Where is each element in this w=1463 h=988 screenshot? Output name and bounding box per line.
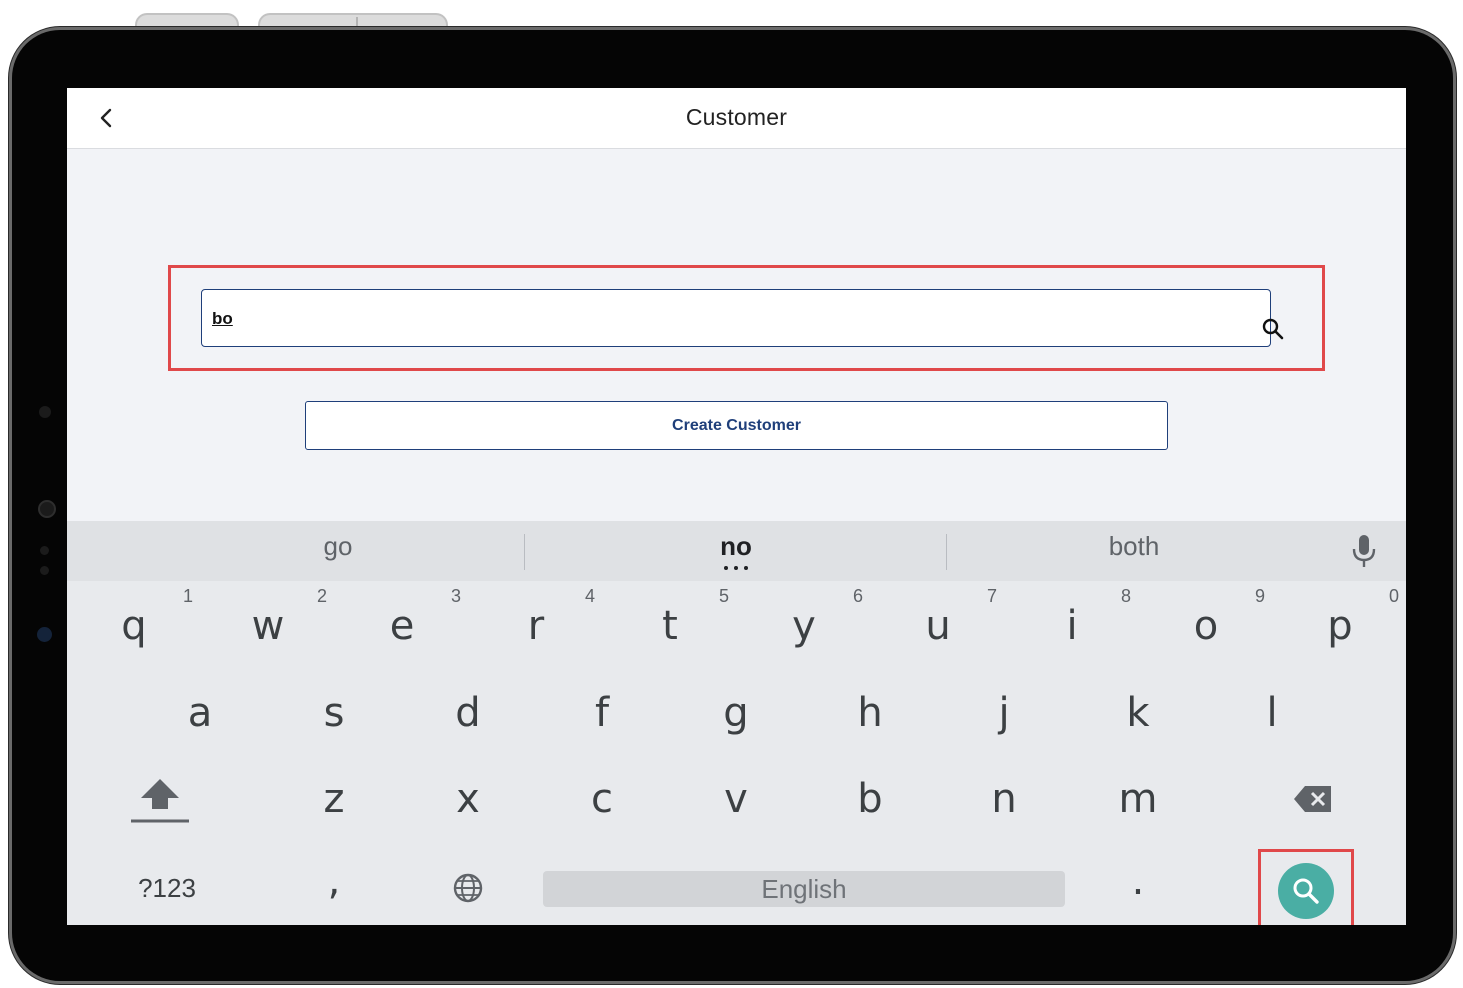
more-suggestions-indicator (724, 566, 748, 572)
key-k[interactable]: k (1073, 673, 1203, 753)
key-a[interactable]: a (135, 673, 265, 753)
suggestion-no[interactable]: no (636, 531, 836, 562)
shift-key[interactable] (95, 759, 225, 839)
sensor-dot (40, 546, 49, 555)
key-x[interactable]: x (403, 759, 533, 839)
symbols-key[interactable]: ?123 (102, 848, 232, 925)
shift-icon (131, 779, 189, 823)
enter-key-highlight (1258, 849, 1354, 925)
suggestion-divider (524, 534, 525, 570)
language-key[interactable] (403, 848, 533, 925)
suggestion-bar: go no both (67, 521, 1406, 581)
suggestion-divider (946, 534, 947, 570)
sensor-dot (39, 406, 51, 418)
suggestion-both[interactable]: both (1034, 531, 1234, 562)
key-s[interactable]: s (269, 673, 399, 753)
backspace-icon (1294, 786, 1331, 812)
period-key[interactable]: . (1073, 841, 1203, 921)
soft-keyboard: go no both q1 w2 e3 r4 t5 y6 u7 i8 o9 p0 (67, 521, 1406, 925)
key-q[interactable]: q1 (69, 586, 199, 666)
key-h[interactable]: h (805, 673, 935, 753)
top-app-bar: Customer (67, 88, 1406, 149)
key-i[interactable]: i8 (1007, 586, 1137, 666)
camera-lens (38, 500, 56, 518)
create-customer-button[interactable]: Create Customer (305, 401, 1168, 450)
key-l[interactable]: l (1207, 673, 1337, 753)
key-m[interactable]: m (1073, 759, 1203, 839)
key-p[interactable]: p0 (1275, 586, 1405, 666)
search-icon (1262, 318, 1284, 340)
sensor-dot (40, 566, 49, 575)
key-b[interactable]: b (805, 759, 935, 839)
key-y[interactable]: y6 (739, 586, 869, 666)
space-key[interactable]: English (543, 871, 1065, 907)
key-e[interactable]: e3 (337, 586, 467, 666)
app-screen: Customer bo Create Customer go no both q… (67, 88, 1406, 925)
key-t[interactable]: t5 (605, 586, 735, 666)
customer-search-input[interactable]: bo (201, 289, 1271, 347)
globe-icon (453, 873, 483, 903)
voice-input-button[interactable] (1351, 533, 1377, 569)
key-c[interactable]: c (537, 759, 667, 839)
suggestion-go[interactable]: go (238, 531, 438, 562)
key-r[interactable]: r4 (471, 586, 601, 666)
backspace-key[interactable] (1248, 759, 1378, 839)
mic-icon (1352, 535, 1376, 567)
key-g[interactable]: g (671, 673, 801, 753)
search-value: bo (212, 309, 233, 328)
key-j[interactable]: j (939, 673, 1069, 753)
key-v[interactable]: v (671, 759, 801, 839)
key-f[interactable]: f (537, 673, 667, 753)
comma-key[interactable]: , (269, 841, 399, 921)
key-w[interactable]: w2 (203, 586, 333, 666)
key-n[interactable]: n (939, 759, 1069, 839)
search-button[interactable] (1261, 317, 1285, 341)
key-d[interactable]: d (403, 673, 533, 753)
key-z[interactable]: z (269, 759, 399, 839)
key-o[interactable]: o9 (1141, 586, 1271, 666)
key-u[interactable]: u7 (873, 586, 1003, 666)
page-title: Customer (685, 104, 788, 130)
front-camera (37, 627, 52, 642)
